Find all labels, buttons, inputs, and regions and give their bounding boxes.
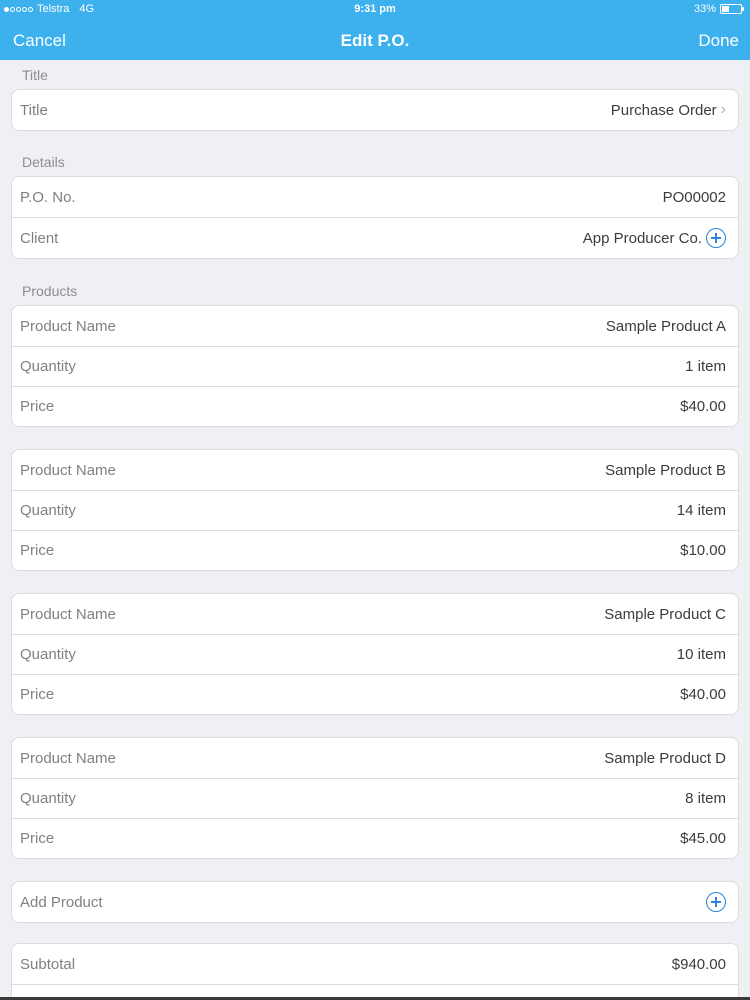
title-value-wrap: Purchase Order ›: [611, 101, 726, 119]
product-price-row[interactable]: Price $40.00: [12, 386, 738, 426]
product-name-value: Sample Product D: [604, 749, 726, 767]
title-label: Title: [20, 101, 48, 119]
section-header-details: Details: [22, 154, 65, 170]
title-row[interactable]: Title Purchase Order ›: [12, 90, 738, 130]
po-number-label: P.O. No.: [20, 188, 76, 206]
product-name-label: Product Name: [20, 605, 116, 623]
product-name-label: Product Name: [20, 317, 116, 335]
product-quantity-value: 14 item: [676, 502, 726, 519]
title-value: Purchase Order: [610, 101, 717, 119]
add-product-label: Add Product: [20, 893, 103, 911]
product-price-label: Price: [20, 830, 55, 847]
product-price-row[interactable]: Price $40.00: [12, 674, 738, 714]
po-number-row[interactable]: P.O. No. PO00002: [12, 177, 738, 217]
product-quantity-value: 1 item: [685, 358, 726, 375]
top-bar: Telstra 4G 9:31 pm 33% Cancel Edit P.O. …: [0, 0, 750, 60]
product-name-value: Sample Product C: [604, 605, 726, 623]
product-name-value: Sample Product A: [605, 317, 726, 335]
navigation-bar: Cancel Edit P.O. Done: [0, 20, 750, 60]
battery-percent: 33%: [693, 3, 716, 15]
product-quantity-label: Quantity: [20, 646, 76, 663]
product-quantity-label: Quantity: [20, 358, 76, 375]
product-name-row[interactable]: Product Name Sample Product C: [12, 594, 738, 634]
add-product-row[interactable]: Add Product: [12, 882, 738, 922]
product-quantity-value: 8 item: [685, 790, 726, 807]
product-name-label: Product Name: [20, 461, 116, 479]
product-quantity-row[interactable]: Quantity 14 item: [12, 490, 738, 530]
product-price-value: $40.00: [680, 398, 726, 415]
product-card: Product Name Sample Product D Quantity 8…: [11, 737, 739, 859]
product-quantity-value: 10 item: [676, 646, 726, 663]
client-label: Client: [20, 229, 59, 247]
section-header-products: Products: [22, 283, 78, 299]
product-name-row[interactable]: Product Name Sample Product B: [12, 450, 738, 490]
product-quantity-row[interactable]: Quantity 10 item: [12, 634, 738, 674]
totals-card: Subtotal $940.00: [11, 943, 739, 1000]
product-price-label: Price: [20, 686, 55, 703]
battery-info: 33%: [693, 3, 744, 15]
chevron-right-icon: ›: [720, 101, 726, 118]
product-quantity-label: Quantity: [20, 502, 76, 519]
client-row[interactable]: Client App Producer Co.: [12, 217, 738, 258]
client-value: App Producer Co.: [582, 229, 702, 247]
add-product-icon[interactable]: [706, 892, 726, 912]
product-price-row[interactable]: Price $45.00: [12, 818, 738, 858]
battery-icon: [720, 4, 744, 14]
details-card: P.O. No. PO00002 Client App Producer Co.: [11, 176, 739, 259]
subtotal-value: $940.00: [671, 955, 726, 973]
product-name-row[interactable]: Product Name Sample Product D: [12, 738, 738, 778]
product-card: Product Name Sample Product A Quantity 1…: [11, 305, 739, 427]
add-product-card: Add Product: [11, 881, 739, 923]
title-card: Title Purchase Order ›: [11, 89, 739, 131]
status-time: 9:31 pm: [354, 3, 396, 15]
product-price-value: $40.00: [680, 686, 726, 703]
product-name-label: Product Name: [20, 749, 116, 767]
done-button[interactable]: Done: [698, 31, 739, 51]
product-quantity-row[interactable]: Quantity 8 item: [12, 778, 738, 818]
product-card: Product Name Sample Product C Quantity 1…: [11, 593, 739, 715]
po-number-value: PO00002: [662, 188, 726, 206]
status-bar: Telstra 4G 9:31 pm 33%: [0, 0, 750, 20]
product-price-value: $10.00: [680, 542, 726, 559]
product-price-label: Price: [20, 542, 55, 559]
section-header-title: Title: [22, 67, 48, 83]
product-quantity-row[interactable]: Quantity 1 item: [12, 346, 738, 386]
subtotal-row: Subtotal $940.00: [12, 944, 738, 984]
product-price-value: $45.00: [680, 830, 726, 847]
product-quantity-label: Quantity: [20, 790, 76, 807]
product-price-row[interactable]: Price $10.00: [12, 530, 738, 570]
product-price-label: Price: [20, 398, 55, 415]
product-name-value: Sample Product B: [605, 461, 726, 479]
page-title: Edit P.O.: [340, 31, 410, 50]
add-client-icon[interactable]: [706, 228, 726, 248]
product-name-row[interactable]: Product Name Sample Product A: [12, 306, 738, 346]
product-card: Product Name Sample Product B Quantity 1…: [11, 449, 739, 571]
edit-po-screen: Telstra 4G 9:31 pm 33% Cancel Edit P.O. …: [0, 0, 750, 1000]
subtotal-label: Subtotal: [20, 955, 76, 973]
client-value-wrap: App Producer Co.: [583, 228, 726, 248]
